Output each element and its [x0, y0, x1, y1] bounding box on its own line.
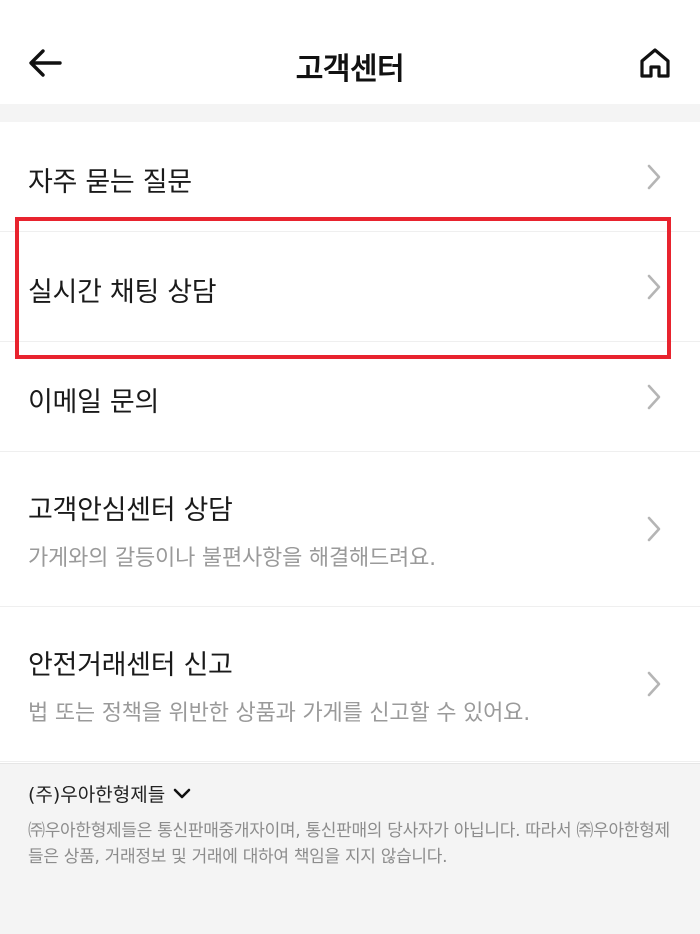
page-title: 고객센터 — [295, 52, 405, 87]
menu-item-description: 가게와의 갈등이나 불편사항을 해결해드려요. — [28, 546, 436, 571]
home-icon — [640, 48, 670, 78]
home-button[interactable] — [632, 40, 678, 86]
company-info-toggle[interactable]: (주)우아한형제들 — [28, 780, 191, 807]
menu-item-label: 실시간 채팅 상담 — [28, 277, 217, 308]
chevron-down-icon — [173, 788, 191, 798]
menu-item-label: 안전거래센터 신고 — [28, 650, 233, 681]
company-name: (주)우아한형제들 — [28, 784, 166, 806]
menu-item-live-chat[interactable]: 실시간 채팅 상담 — [0, 232, 700, 342]
menu-item-faq[interactable]: 자주 묻는 질문 — [0, 122, 700, 232]
menu-item-email[interactable]: 이메일 문의 — [0, 342, 700, 452]
section-divider — [0, 104, 700, 122]
arrow-left-icon — [29, 49, 62, 77]
chevron-right-icon — [647, 516, 661, 542]
chevron-right-icon — [647, 164, 661, 190]
chevron-right-icon — [647, 384, 661, 410]
menu-item-description: 법 또는 정책을 위반한 상품과 가게를 신고할 수 있어요. — [28, 701, 531, 726]
menu-item-label: 이메일 문의 — [28, 387, 159, 418]
back-button[interactable] — [22, 40, 68, 86]
chevron-right-icon — [647, 671, 661, 697]
menu-item-label: 자주 묻는 질문 — [28, 167, 192, 198]
legal-disclaimer: ㈜우아한형제들은 통신판매중개자이며, 통신판매의 당사자가 아닙니다. 따라서… — [28, 821, 670, 867]
menu-item-safe-trade-report[interactable]: 안전거래센터 신고 법 또는 정책을 위반한 상품과 가게를 신고할 수 있어요… — [0, 607, 700, 762]
menu-item-label: 고객안심센터 상담 — [28, 495, 233, 526]
menu-item-customer-safety-center[interactable]: 고객안심센터 상담 가게와의 갈등이나 불편사항을 해결해드려요. — [0, 452, 700, 607]
footer: (주)우아한형제들 ㈜우아한형제들은 통신판매중개자이며, 통신판매의 당사자가… — [0, 763, 700, 934]
chevron-right-icon — [647, 274, 661, 300]
top-app-bar: 고객센터 — [0, 0, 700, 104]
support-menu-list: 자주 묻는 질문 실시간 채팅 상담 이메일 문의 고객안심센터 상담 가게와의… — [0, 122, 700, 762]
